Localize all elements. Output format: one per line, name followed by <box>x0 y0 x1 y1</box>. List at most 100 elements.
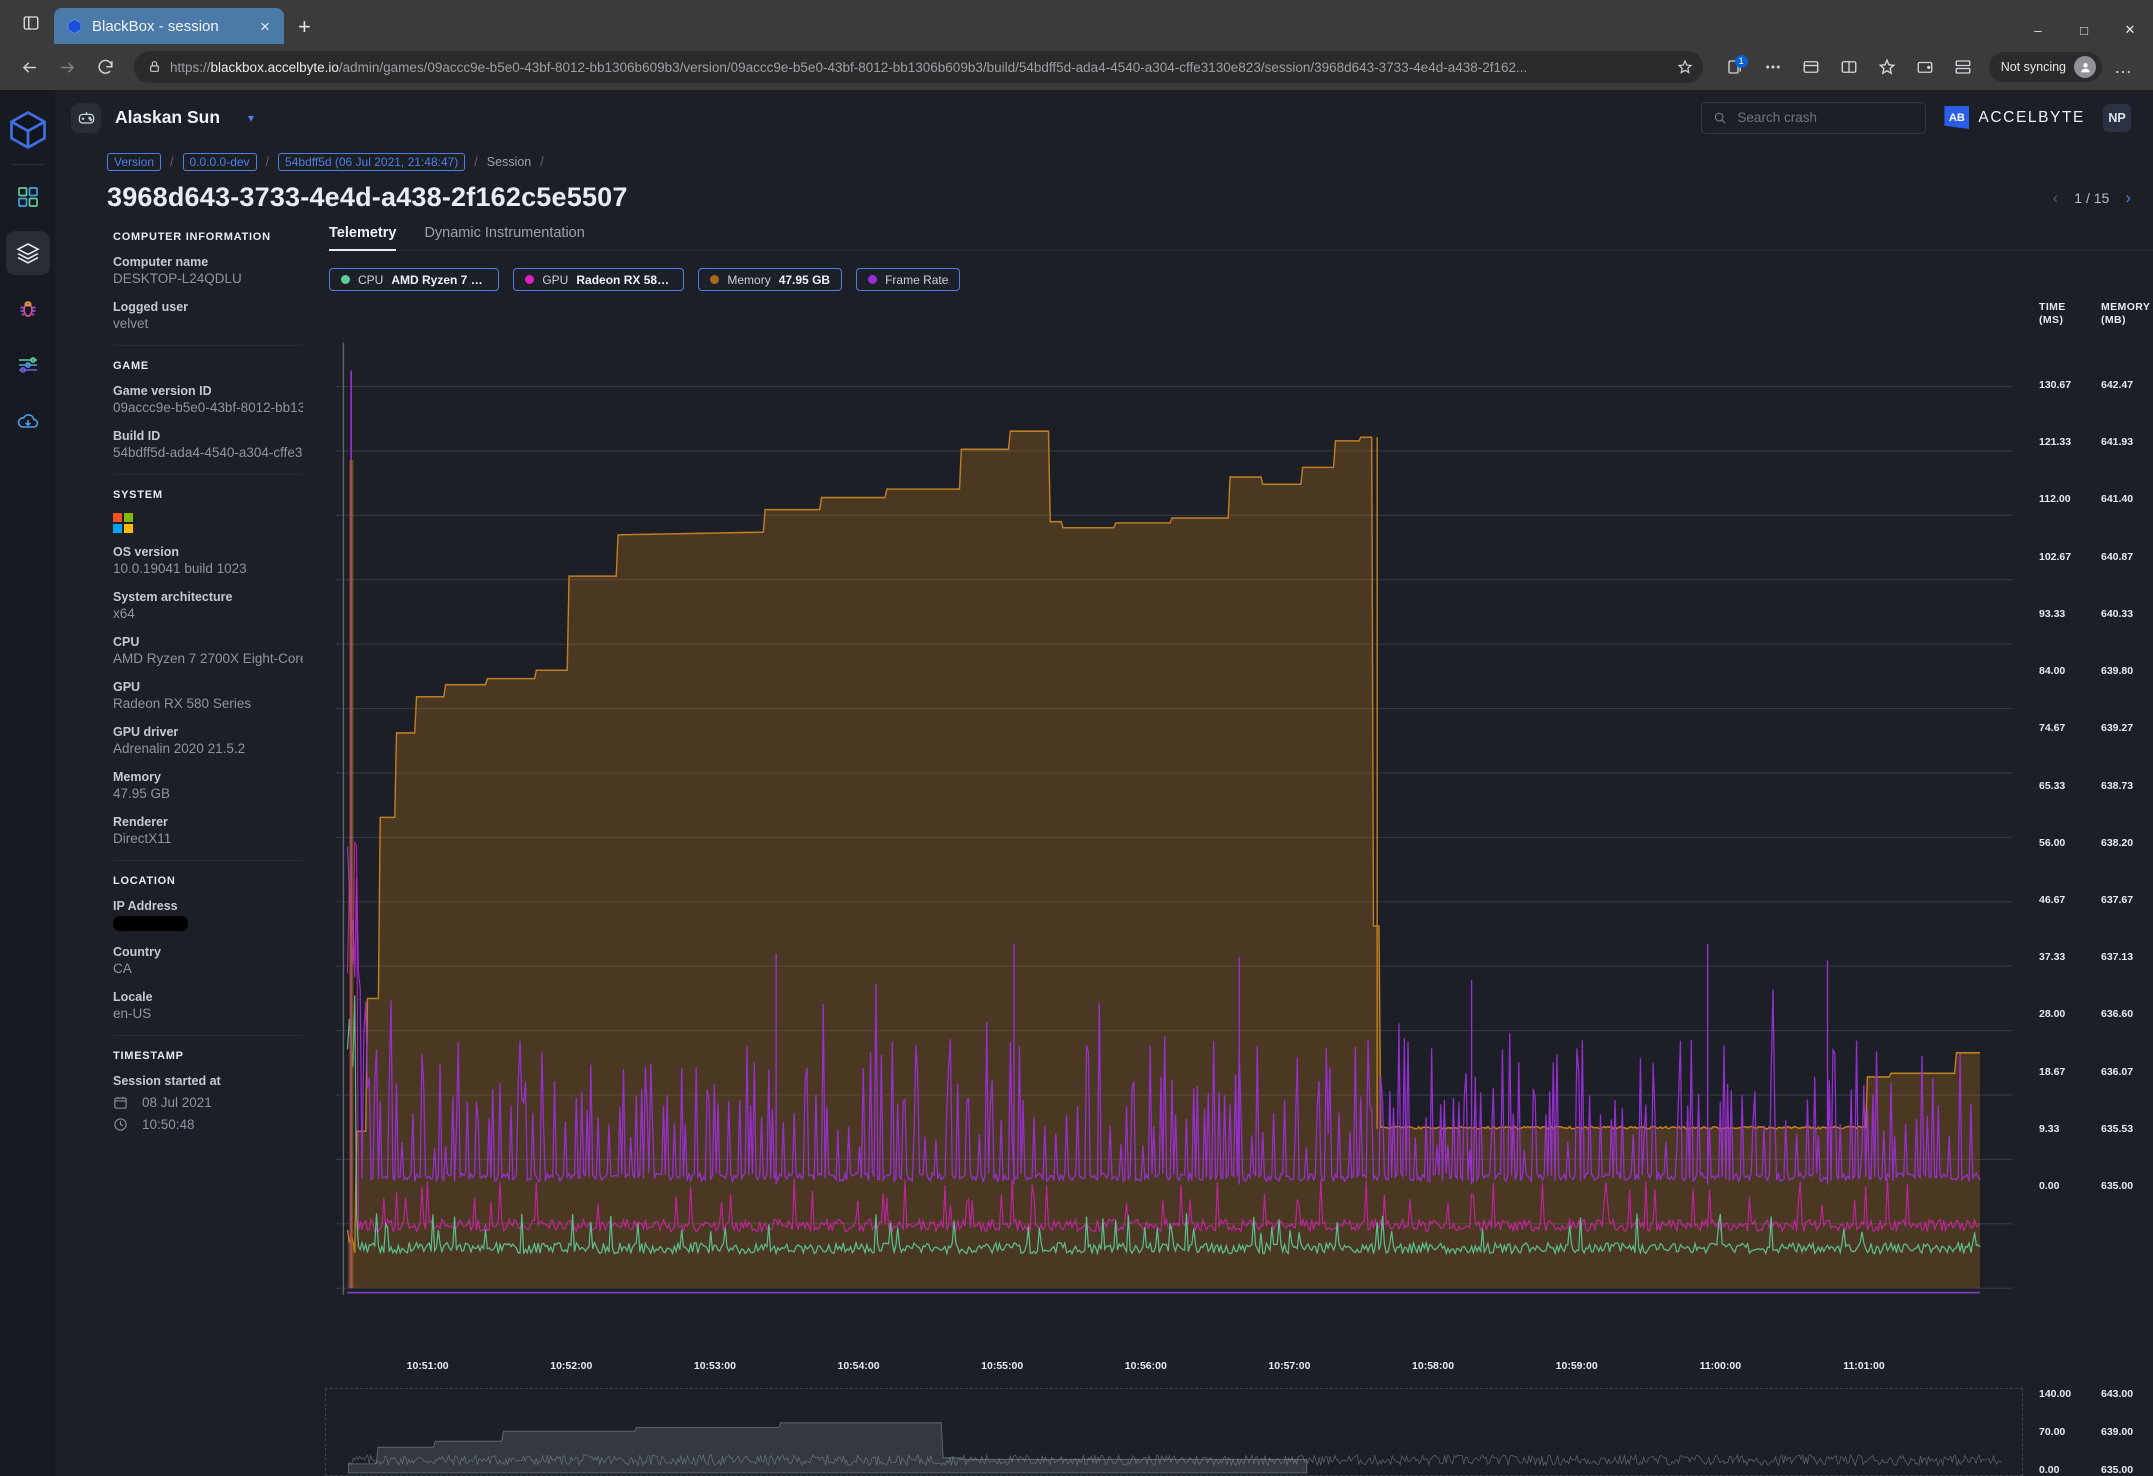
browser-settings-icon[interactable]: … <box>2106 57 2141 78</box>
field-memory: Memory 47.95 GB <box>113 770 303 801</box>
new-tab-button[interactable]: + <box>298 16 311 38</box>
breadcrumb-separator: / <box>170 155 173 169</box>
breadcrumb-item-version[interactable]: Version <box>107 153 161 171</box>
memory-tick-value: 641.40 <box>2101 493 2133 505</box>
chevron-down-icon[interactable]: ▾ <box>248 111 254 125</box>
x-axis-tick: 10:53:00 <box>694 1360 736 1372</box>
minimap-plot[interactable] <box>325 1388 2023 1476</box>
field-label: GPU driver <box>113 725 303 739</box>
tab-actions-icon[interactable] <box>14 6 48 40</box>
window-controls: – □ ✕ <box>2015 22 2153 44</box>
url-path: /admin/games/09accc9e-b5e0-43bf-8012-bb1… <box>339 60 1527 75</box>
memory-tick-value: 637.13 <box>2101 951 2133 963</box>
sidebar-item-sessions[interactable] <box>6 231 50 275</box>
chevron-left-icon[interactable]: ‹ <box>2053 188 2059 208</box>
minimize-button[interactable]: – <box>2015 23 2061 38</box>
field-label: Computer name <box>113 255 303 269</box>
y-axis-tick: 74.67 639.27 <box>2039 722 2133 734</box>
maximize-button[interactable]: □ <box>2061 23 2107 38</box>
x-axis-tick: 11:01:00 <box>1843 1360 1884 1372</box>
favorites-bar-icon[interactable] <box>1947 51 1979 83</box>
memory-tick-value: 636.60 <box>2101 1008 2133 1020</box>
back-icon[interactable] <box>12 50 46 84</box>
tab-dynamic-instrumentation[interactable]: Dynamic Instrumentation <box>424 225 584 250</box>
url-host: blackbox.accelbyte.io <box>211 60 339 75</box>
gamepad-icon <box>71 103 101 133</box>
main-content: Alaskan Sun ▾ Search crash AB ACCELBYTE … <box>55 90 2153 1476</box>
sidebar-item-crashes[interactable] <box>6 287 50 331</box>
legend-chip-memory[interactable]: Memory 47.95 GB <box>698 268 842 291</box>
legend-chip-frame-rate[interactable]: Frame Rate <box>856 268 960 291</box>
profile-button[interactable]: Not syncing <box>1989 52 2102 82</box>
divider <box>113 345 303 346</box>
time-tick-value: 0.00 <box>2039 1180 2101 1192</box>
legend-label: CPU <box>358 273 383 287</box>
sidebar-item-downloads[interactable] <box>6 399 50 443</box>
memory-tick-value: 638.20 <box>2101 837 2133 849</box>
avatar[interactable]: NP <box>2103 104 2131 132</box>
reload-icon[interactable] <box>88 50 122 84</box>
field-value: 54bdff5d-ada4-4540-a304-cffe3130… <box>113 445 303 460</box>
y-axis-tick: 0.00 635.00 <box>2039 1180 2133 1192</box>
time-tick-value: 112.00 <box>2039 493 2101 505</box>
collections-icon[interactable]: 1 <box>1719 51 1751 83</box>
memory-tick-value: 642.47 <box>2101 379 2133 391</box>
field-label: Build ID <box>113 429 303 443</box>
field-gpu-driver: GPU driver Adrenalin 2020 21.5.2 <box>113 725 303 756</box>
divider <box>113 1035 303 1036</box>
x-axis-tick: 10:55:00 <box>981 1360 1023 1372</box>
wallet-icon[interactable] <box>1909 51 1941 83</box>
browser-tab[interactable]: BlackBox - session × <box>54 8 284 44</box>
browser-toolbar-icons: 1 <box>1715 51 1979 83</box>
x-axis-tick: 10:51:00 <box>407 1360 449 1372</box>
breadcrumb-item-session: Session <box>487 155 531 169</box>
search-crash-input[interactable]: Search crash <box>1701 102 1926 134</box>
legend-value: 47.95 GB <box>779 273 830 287</box>
legend-chip-cpu[interactable]: CPU AMD Ryzen 7 2… <box>329 268 499 291</box>
telemetry-chart[interactable] <box>325 301 2023 1354</box>
rewards-icon[interactable] <box>1871 51 1903 83</box>
x-axis-tick: 10:54:00 <box>838 1360 880 1372</box>
address-bar[interactable]: https://blackbox.accelbyte.io/admin/game… <box>134 51 1703 83</box>
field-label: CPU <box>113 635 303 649</box>
cube-logo-icon[interactable] <box>6 104 50 156</box>
tab-telemetry[interactable]: Telemetry <box>329 225 396 250</box>
close-icon[interactable]: × <box>256 18 274 35</box>
time-tick-value: 121.33 <box>2039 436 2101 448</box>
chart-canvas[interactable] <box>325 301 2023 1354</box>
favorite-icon[interactable] <box>1677 59 1693 75</box>
y-axis-tick: 121.33 641.93 <box>2039 436 2133 448</box>
field-label: Locale <box>113 990 303 1004</box>
browser-navbar: https://blackbox.accelbyte.io/admin/game… <box>0 44 2153 90</box>
field-label: IP Address <box>113 899 303 913</box>
sidebar-item-settings[interactable] <box>6 343 50 387</box>
chevron-right-icon[interactable]: › <box>2125 188 2131 208</box>
y-axis-tick: 37.33 637.13 <box>2039 951 2133 963</box>
legend-label: Memory <box>727 273 770 287</box>
session-time: 10:50:48 <box>142 1117 195 1132</box>
window-close-button[interactable]: ✕ <box>2107 22 2153 38</box>
browser-essentials-icon[interactable] <box>1795 51 1827 83</box>
extensions-icon[interactable] <box>1757 51 1789 83</box>
series-legend: CPU AMD Ryzen 7 2… GPU Radeon RX 580… Me… <box>325 251 2153 301</box>
x-tick-host: 10:51:00 10:52:00 10:53:00 10:54:00 10:55:00… <box>325 1354 2023 1384</box>
accelbyte-mark-icon: AB <box>1944 106 1969 129</box>
forward-icon[interactable] <box>50 50 84 84</box>
tab-title: BlackBox - session <box>92 18 247 35</box>
minimap-canvas[interactable] <box>326 1389 2022 1475</box>
breadcrumb-item-build-version[interactable]: 0.0.0.0-dev <box>183 153 257 171</box>
y-axis-tick: 28.00 636.60 <box>2039 1008 2133 1020</box>
x-axis-tick: 10:56:00 <box>1125 1360 1167 1372</box>
legend-chip-gpu[interactable]: GPU Radeon RX 580… <box>513 268 684 291</box>
minimap-time-tick: 0.00 <box>2039 1464 2101 1476</box>
split-screen-icon[interactable] <box>1833 51 1865 83</box>
blackbox-favicon <box>66 18 83 35</box>
sidebar-item-dashboard[interactable] <box>6 175 50 219</box>
field-label: Renderer <box>113 815 303 829</box>
field-computer-name: Computer name DESKTOP-L24QDLU <box>113 255 303 286</box>
memory-color-dot <box>710 275 719 284</box>
chart-minimap[interactable]: 140.00 643.00 70.00 639.00 0.00 635.00 <box>325 1388 2153 1476</box>
breadcrumb-item-build[interactable]: 54bdff5d (06 Jul 2021, 21:48:47) <box>278 153 465 171</box>
field-session-started-label: Session started at <box>113 1074 303 1088</box>
sync-status-label: Not syncing <box>2001 60 2066 74</box>
